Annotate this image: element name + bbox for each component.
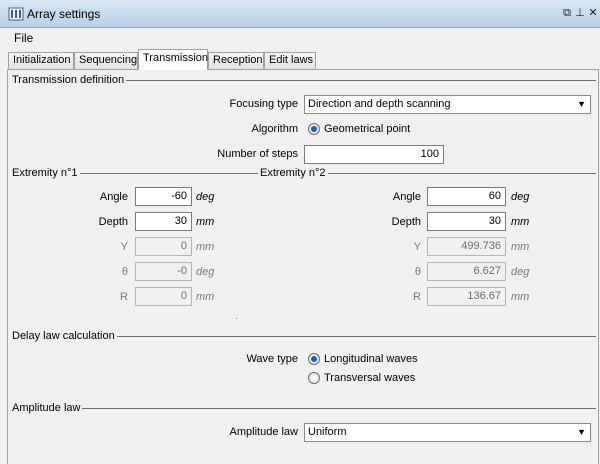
ext1-r-value: 0: [135, 287, 192, 306]
ext1-angle-label: Angle: [99, 191, 128, 203]
window-titlebar: Array settings ⧉ ⊥ ✕: [0, 0, 600, 28]
section-amplitude-law: Amplitude law: [12, 402, 83, 414]
ext1-angle-input[interactable]: -60: [135, 187, 192, 206]
ext1-r-unit: mm: [196, 291, 215, 303]
tab-initialization[interactable]: Initialization: [8, 52, 74, 69]
ext2-angle-unit: deg: [511, 191, 530, 203]
ext1-depth-input[interactable]: 30: [135, 212, 192, 231]
ext2-theta-unit: deg: [511, 266, 530, 278]
ext2-angle-label: Angle: [392, 191, 421, 203]
section-transmission-definition: Transmission definition: [12, 74, 127, 86]
number-of-steps-input[interactable]: 100: [304, 145, 444, 164]
ext2-depth-label: Depth: [391, 216, 421, 228]
algorithm-radio-label: Geometrical point: [324, 123, 411, 135]
pin-icon[interactable]: ⊥: [573, 6, 587, 20]
extremity-1-title: Extremity n°1: [12, 167, 80, 179]
section-delay-law: Delay law calculation: [12, 330, 117, 342]
tab-transmission[interactable]: Transmission: [138, 49, 208, 70]
ext2-r-value: 136.67: [427, 287, 506, 306]
tab-reception[interactable]: Reception: [208, 52, 264, 69]
ext1-depth-label: Depth: [98, 216, 128, 228]
amplitude-law-label: Amplitude law: [229, 426, 298, 438]
menu-file[interactable]: File: [14, 31, 33, 45]
menu-bar: File: [0, 28, 600, 48]
algorithm-radio[interactable]: [308, 123, 320, 135]
stray-pixel: [236, 318, 237, 319]
ext1-theta-value: -0: [135, 262, 192, 281]
ext2-depth-unit: mm: [511, 216, 530, 228]
ext1-theta-label: θ: [121, 266, 128, 278]
amplitude-divider: [12, 408, 596, 409]
ext1-depth-unit: mm: [196, 216, 215, 228]
tab-strip: Initialization Sequencing Transmission R…: [0, 48, 600, 70]
longitudinal-waves-label: Longitudinal waves: [324, 353, 418, 365]
focusing-type-label: Focusing type: [229, 98, 298, 110]
chevron-down-icon: ▼: [577, 427, 586, 437]
extremity-2-title: Extremity n°2: [258, 167, 328, 179]
ext1-theta-unit: deg: [196, 266, 215, 278]
tab-sequencing[interactable]: Sequencing: [74, 52, 138, 69]
tab-edit-laws[interactable]: Edit laws: [264, 52, 316, 69]
wave-type-label: Wave type: [246, 353, 298, 365]
transmission-panel: Transmission definition Focusing type Di…: [7, 69, 599, 464]
ext1-y-value: 0: [135, 237, 192, 256]
chevron-down-icon: ▼: [577, 99, 586, 109]
ext2-theta-value: 6.627: [427, 262, 506, 281]
ext1-angle-unit: deg: [196, 191, 215, 203]
longitudinal-waves-radio[interactable]: [308, 353, 320, 365]
array-probe-icon: [8, 7, 24, 21]
window-title: Array settings: [27, 7, 101, 21]
ext1-y-unit: mm: [196, 241, 215, 253]
ext2-y-value: 499.736: [427, 237, 506, 256]
ext2-angle-input[interactable]: 60: [427, 187, 506, 206]
ext1-r-label: R: [120, 291, 128, 303]
ext2-r-unit: mm: [511, 291, 530, 303]
ext1-y-label: Y: [120, 241, 128, 253]
ext2-r-label: R: [413, 291, 421, 303]
ext2-depth-input[interactable]: 30: [427, 212, 506, 231]
amplitude-law-value: Uniform: [308, 426, 347, 438]
focusing-type-select[interactable]: Direction and depth scanning ▼: [304, 95, 591, 114]
number-of-steps-label: Number of steps: [217, 148, 298, 160]
algorithm-label: Algorithm: [251, 123, 298, 135]
amplitude-law-select[interactable]: Uniform ▼: [304, 423, 591, 442]
ext2-y-unit: mm: [511, 241, 530, 253]
transversal-waves-radio[interactable]: [308, 372, 320, 384]
restore-icon[interactable]: ⧉: [560, 6, 574, 20]
focusing-type-value: Direction and depth scanning: [308, 98, 451, 110]
close-icon[interactable]: ✕: [586, 6, 600, 20]
transversal-waves-label: Transversal waves: [324, 372, 416, 384]
ext2-theta-label: θ: [414, 266, 421, 278]
ext2-y-label: Y: [413, 241, 421, 253]
